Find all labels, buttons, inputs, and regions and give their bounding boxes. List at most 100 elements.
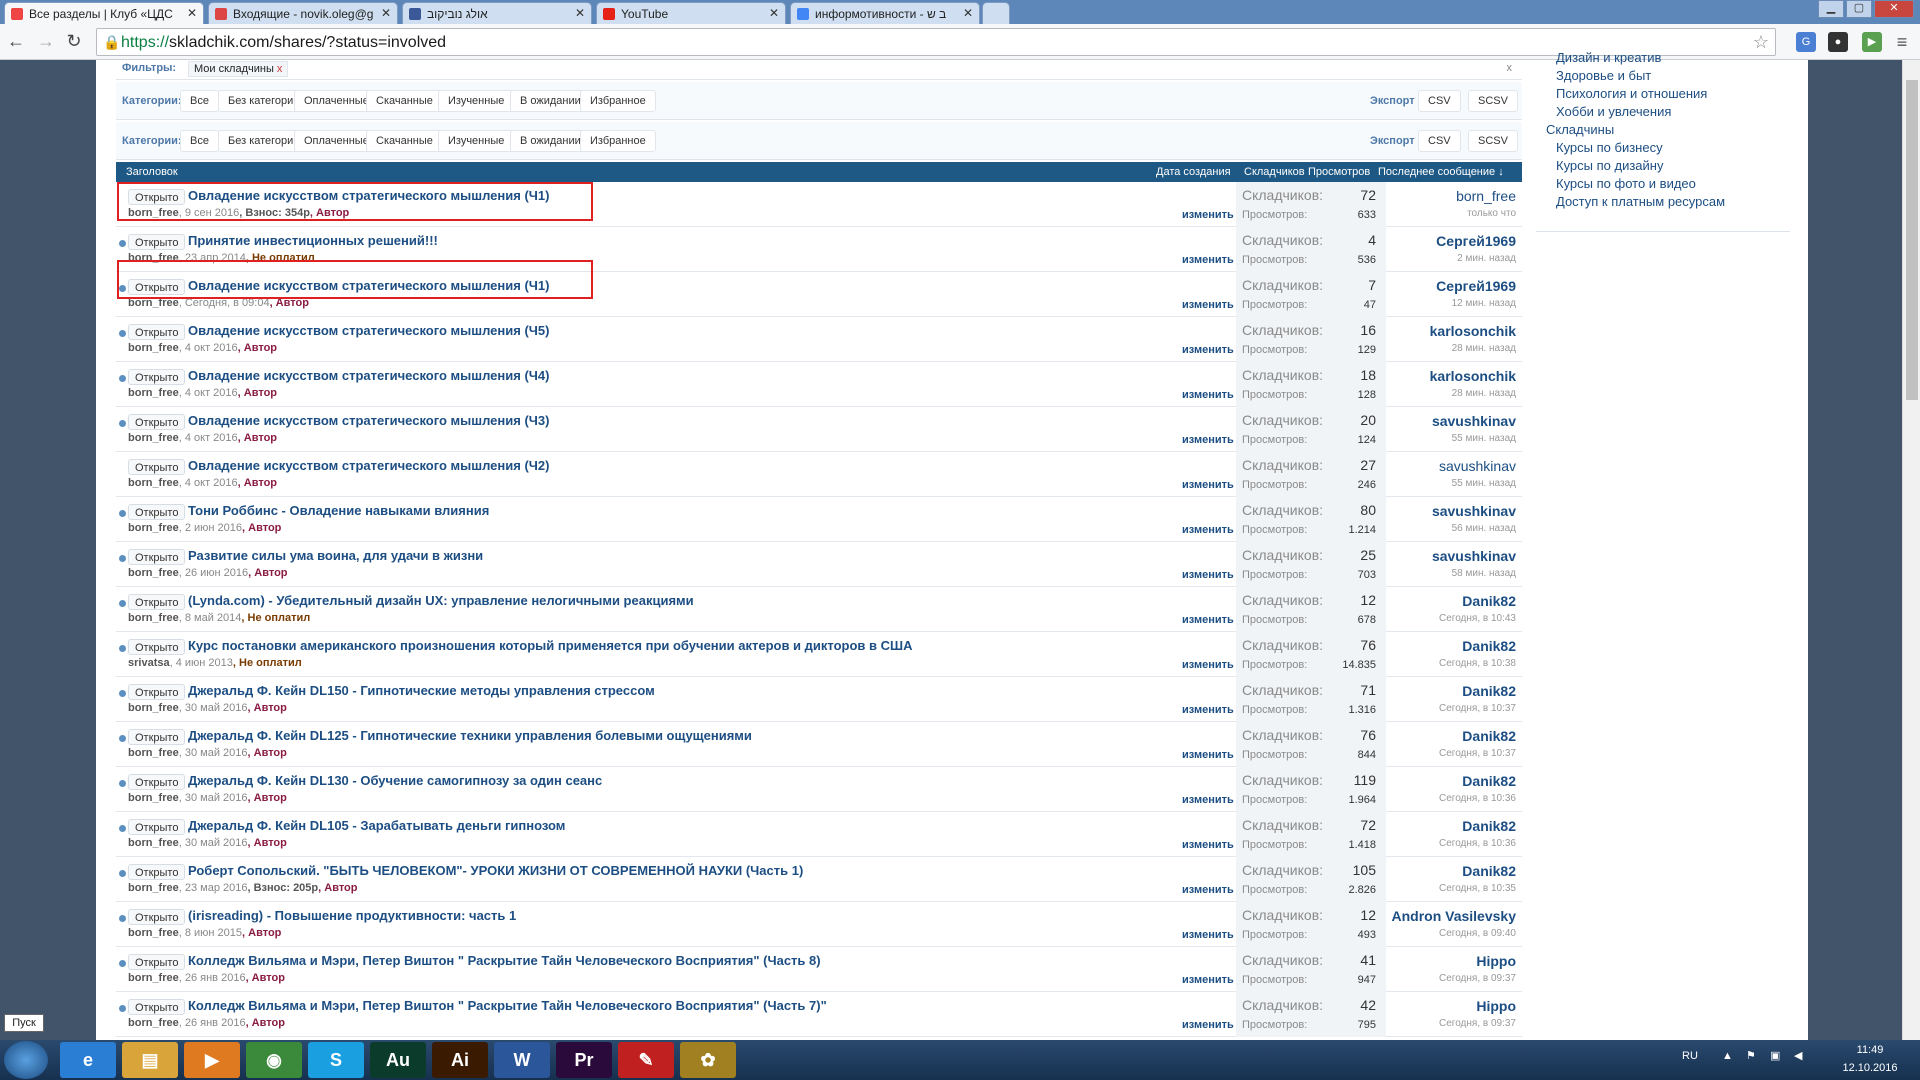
author-link[interactable]: born_free xyxy=(128,477,179,489)
table-row[interactable]: Открыто Тони Роббинс - Овладение навыками… xyxy=(116,497,1522,542)
extension-icon[interactable]: ● xyxy=(1828,32,1848,52)
author-link[interactable]: born_free xyxy=(128,1017,179,1029)
close-window-button[interactable]: ✕ xyxy=(1874,0,1914,18)
author-link[interactable]: born_free xyxy=(128,612,179,624)
share-title-link[interactable]: Джеральд Ф. Кейн DL130 - Обучение самоги… xyxy=(188,773,602,788)
clock-date[interactable]: 12.10.2016 xyxy=(1832,1062,1908,1074)
extension-icon[interactable]: ▶ xyxy=(1862,32,1882,52)
category-filter[interactable]: Изученные xyxy=(438,130,515,152)
edit-link[interactable]: изменить xyxy=(1182,704,1234,716)
category-filter[interactable]: В ожидании xyxy=(510,90,591,112)
table-row[interactable]: Открыто Овладение искусством стратегическ… xyxy=(116,407,1522,452)
table-row[interactable]: Открыто Овладение искусством стратегическ… xyxy=(116,317,1522,362)
header-created[interactable]: Дата создания xyxy=(1156,166,1231,178)
close-tab-icon[interactable]: ✕ xyxy=(963,6,973,20)
author-link[interactable]: born_free xyxy=(128,387,179,399)
last-poster-link[interactable]: Danik82 xyxy=(1462,638,1516,654)
table-row[interactable]: Открыто Овладение искусством стратегическ… xyxy=(116,272,1522,317)
table-row[interactable]: Открыто Джеральд Ф. Кейн DL125 - Гипнотич… xyxy=(116,722,1522,767)
sidebar-link[interactable]: Хобби и увлечения xyxy=(1556,104,1671,119)
share-title-link[interactable]: Колледж Вильяма и Мэри, Петер Виштон " Р… xyxy=(188,953,821,968)
flag-icon[interactable]: ⚑ xyxy=(1746,1049,1756,1062)
share-title-link[interactable]: Джеральд Ф. Кейн DL125 - Гипнотические т… xyxy=(188,728,752,743)
share-title-link[interactable]: Джеральд Ф. Кейн DL150 - Гипнотические м… xyxy=(188,683,655,698)
author-link[interactable]: born_free xyxy=(128,432,179,444)
author-link[interactable]: born_free xyxy=(128,837,179,849)
edit-link[interactable]: изменить xyxy=(1182,389,1234,401)
table-row[interactable]: Открыто Джеральд Ф. Кейн DL130 - Обучение… xyxy=(116,767,1522,812)
category-filter[interactable]: Избранное xyxy=(580,90,656,112)
scrollbar-thumb[interactable] xyxy=(1906,80,1918,400)
table-row[interactable]: Открыто Роберт Сопольский. "БЫТЬ ЧЕЛОВЕКО… xyxy=(116,857,1522,902)
sidebar-link[interactable]: Курсы по бизнесу xyxy=(1556,140,1663,155)
edit-link[interactable]: изменить xyxy=(1182,479,1234,491)
category-filter[interactable]: В ожидании xyxy=(510,130,591,152)
last-poster-link[interactable]: Danik82 xyxy=(1462,683,1516,699)
last-poster-link[interactable]: Danik82 xyxy=(1462,728,1516,744)
header-title[interactable]: Заголовок xyxy=(126,166,178,178)
edit-link[interactable]: изменить xyxy=(1182,749,1234,761)
table-row[interactable]: Открыто Овладение искусством стратегическ… xyxy=(116,362,1522,407)
share-title-link[interactable]: Тони Роббинс - Овладение навыками влияни… xyxy=(188,503,489,518)
edit-link[interactable]: изменить xyxy=(1182,614,1234,626)
table-row[interactable]: Открыто Джеральд Ф. Кейн DL105 - Зарабаты… xyxy=(116,812,1522,857)
author-link[interactable]: srivatsa xyxy=(128,657,170,669)
browser-tab[interactable]: информотивности - ב ש ✕ xyxy=(790,2,980,24)
sidebar-link[interactable]: Дизайн и креатив xyxy=(1556,50,1661,65)
share-title-link[interactable]: Овладение искусством стратегического мыш… xyxy=(188,323,549,338)
share-title-link[interactable]: Развитие силы ума воина, для удачи в жиз… xyxy=(188,548,483,563)
author-link[interactable]: born_free xyxy=(128,927,179,939)
table-row[interactable]: Открыто (irisreading) - Повышение продукт… xyxy=(116,902,1522,947)
close-tab-icon[interactable]: ✕ xyxy=(187,6,197,20)
show-hidden-icon[interactable]: ▲ xyxy=(1722,1050,1733,1062)
author-link[interactable]: born_free xyxy=(128,567,179,579)
author-link[interactable]: born_free xyxy=(128,252,179,264)
export-csv-button[interactable]: CSV xyxy=(1418,90,1461,112)
table-row[interactable]: Открыто Овладение искусством стратегическ… xyxy=(116,452,1522,497)
edit-link[interactable]: изменить xyxy=(1182,254,1234,266)
category-filter[interactable]: Скачанные xyxy=(366,130,443,152)
illustrator-taskbar-icon[interactable]: Ai xyxy=(432,1042,488,1078)
table-row[interactable]: Открыто (Lynda.com) - Убедительный дизайн… xyxy=(116,587,1522,632)
browser-tab[interactable]: Все разделы | Клуб «ЦДС ✕ xyxy=(4,2,204,24)
last-poster-link[interactable]: savushkinav xyxy=(1432,413,1516,429)
back-icon[interactable]: ← xyxy=(4,30,28,54)
sidebar-link[interactable]: Доступ к платным ресурсам xyxy=(1556,194,1725,209)
edit-link[interactable]: изменить xyxy=(1182,884,1234,896)
ie-taskbar-icon[interactable]: e xyxy=(60,1042,116,1078)
author-link[interactable]: born_free xyxy=(128,792,179,804)
last-poster-link[interactable]: Danik82 xyxy=(1462,818,1516,834)
header-views[interactable]: Просмотров xyxy=(1308,166,1370,178)
share-title-link[interactable]: Овладение искусством стратегического мыш… xyxy=(188,368,549,383)
edit-link[interactable]: изменить xyxy=(1182,794,1234,806)
last-poster-link[interactable]: Danik82 xyxy=(1462,773,1516,789)
browser-tab[interactable]: אולג נוביקוב ✕ xyxy=(402,2,592,24)
table-row[interactable]: Открыто Развитие силы ума воина, для удач… xyxy=(116,542,1522,587)
edit-link[interactable]: изменить xyxy=(1182,839,1234,851)
app-taskbar-icon[interactable]: ✿ xyxy=(680,1042,736,1078)
table-row[interactable]: Открыто Овладение искусством стратегическ… xyxy=(116,182,1522,227)
edit-link[interactable]: изменить xyxy=(1182,434,1234,446)
table-row[interactable]: Открыто Джеральд Ф. Кейн DL150 - Гипнотич… xyxy=(116,677,1522,722)
last-poster-link[interactable]: Сергей1969 xyxy=(1436,233,1516,249)
acrobat-taskbar-icon[interactable]: ✎ xyxy=(618,1042,674,1078)
minimize-button[interactable]: ▁ xyxy=(1818,0,1844,18)
author-link[interactable]: born_free xyxy=(128,522,179,534)
translate-extension-icon[interactable]: G xyxy=(1796,32,1816,52)
last-poster-link[interactable]: Hippo xyxy=(1476,998,1516,1014)
sidebar-link[interactable]: Курсы по фото и видео xyxy=(1556,176,1696,191)
new-tab-button[interactable] xyxy=(982,2,1010,24)
network-icon[interactable]: ▣ xyxy=(1770,1049,1780,1062)
edit-link[interactable]: изменить xyxy=(1182,524,1234,536)
author-link[interactable]: born_free xyxy=(128,972,179,984)
browser-tab[interactable]: Входящие - novik.oleg@g ✕ xyxy=(208,2,398,24)
chrome-taskbar-icon[interactable]: ◉ xyxy=(246,1042,302,1078)
last-poster-link[interactable]: savushkinav xyxy=(1439,458,1516,474)
last-poster-link[interactable]: Danik82 xyxy=(1462,863,1516,879)
media-player-taskbar-icon[interactable]: ▶ xyxy=(184,1042,240,1078)
category-filter[interactable]: Скачанные xyxy=(366,90,443,112)
forward-icon[interactable]: → xyxy=(34,30,58,54)
audition-taskbar-icon[interactable]: Au xyxy=(370,1042,426,1078)
share-title-link[interactable]: Джеральд Ф. Кейн DL105 - Зарабатывать де… xyxy=(188,818,565,833)
edit-link[interactable]: изменить xyxy=(1182,344,1234,356)
